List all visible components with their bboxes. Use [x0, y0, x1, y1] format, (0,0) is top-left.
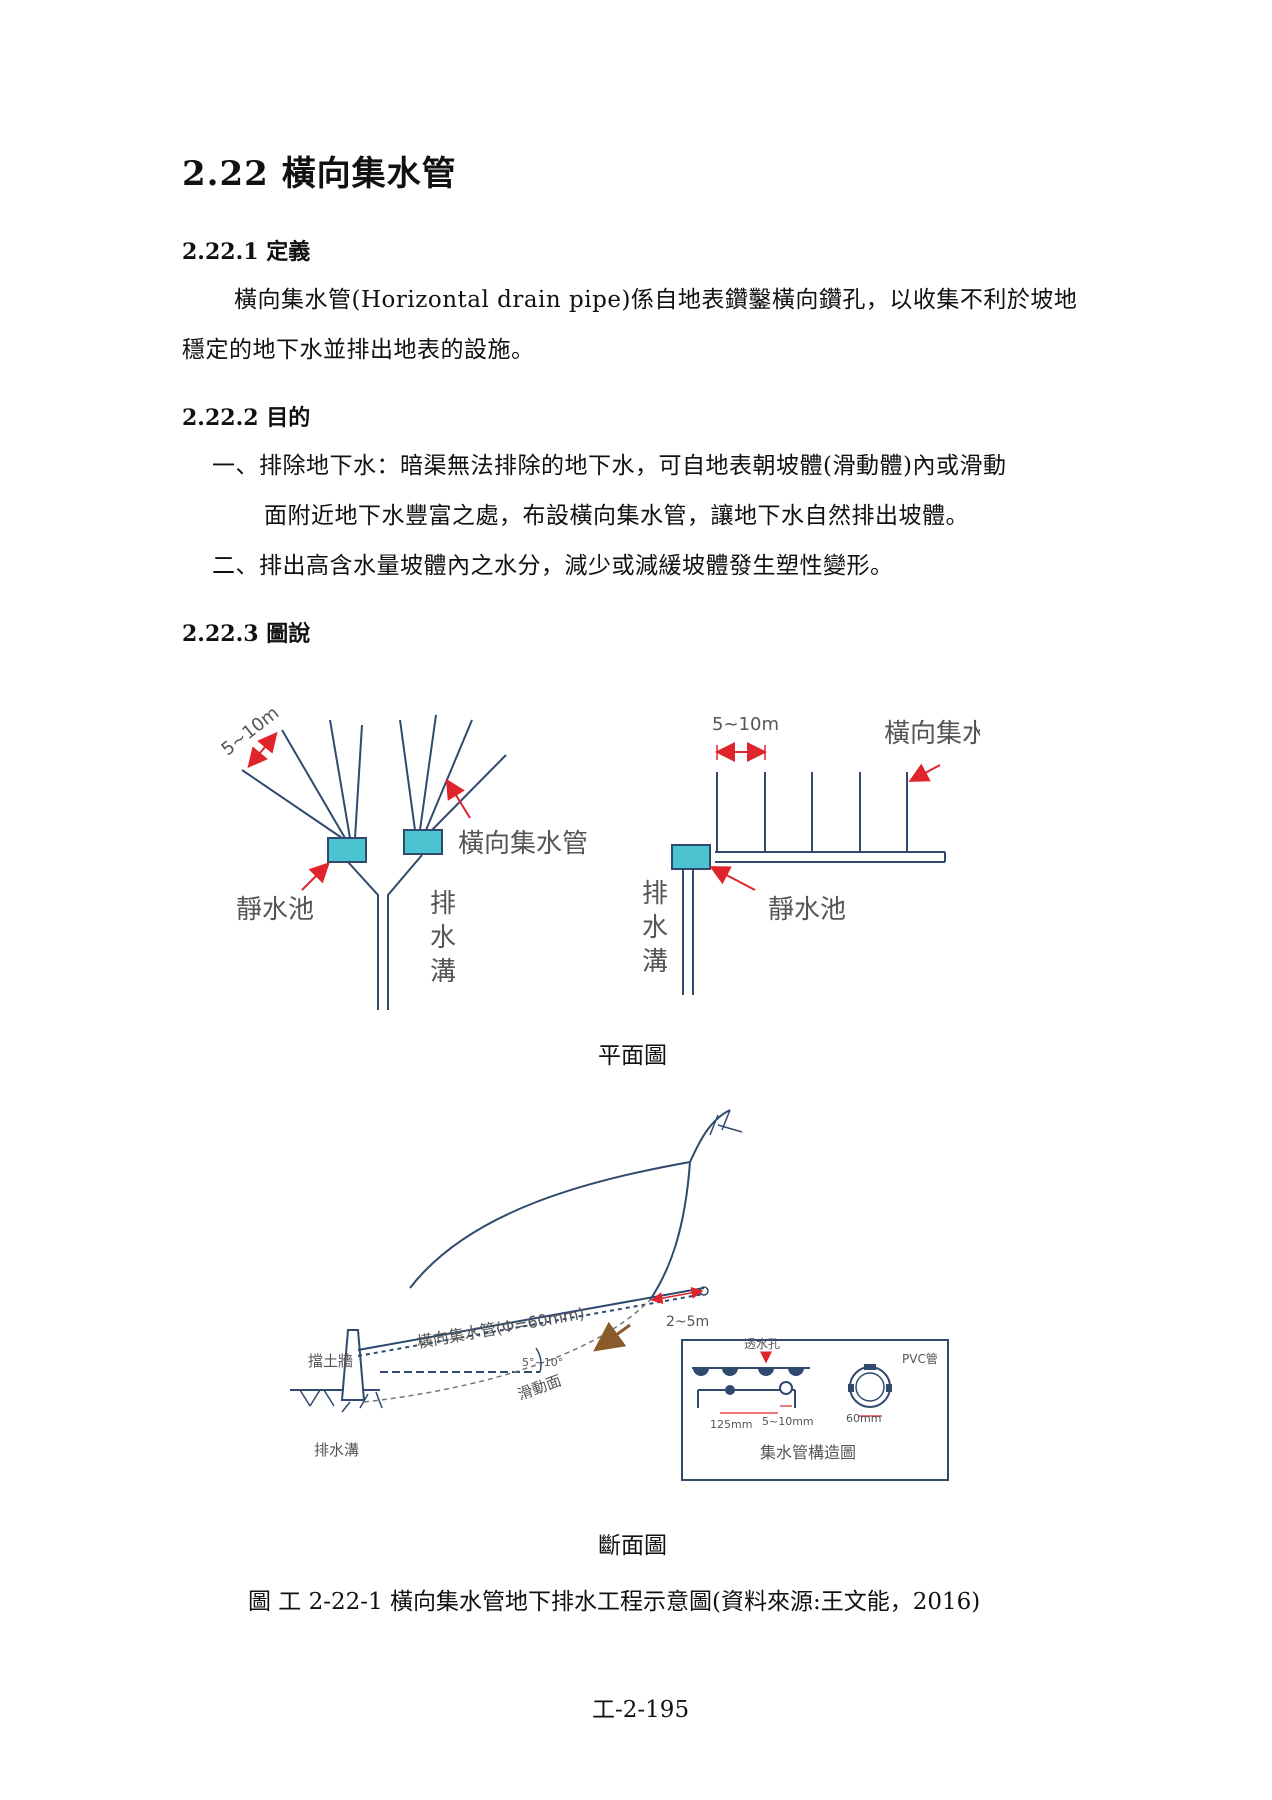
right-pipe-label: 橫向集水管 [884, 719, 980, 749]
slope-surface [409, 1109, 731, 1289]
left-basin-1 [327, 837, 367, 863]
right-comb-pipes [682, 772, 946, 995]
left-basin-2 [403, 829, 443, 855]
left-basin-label: 靜水池 [236, 895, 314, 925]
right-pipe-arrow [908, 763, 941, 782]
definition-para-line1: 橫向集水管(Horizontal drain pipe)係自地表鑽鑿橫向鑽孔，以… [234, 287, 1078, 313]
left-drain-ditch [347, 854, 423, 1010]
section-heading: 2.22 橫向集水管 [182, 154, 457, 194]
left-ditch-char-1: 排 [430, 889, 456, 919]
left-fan-pipes [241, 714, 507, 839]
left-ditch-char-3: 溝 [430, 957, 456, 987]
figure-section-title: 2.22.3 圖說 [182, 621, 311, 647]
angle-label: 5°~10° [522, 1356, 563, 1369]
left-ditch-char-2: 水 [430, 923, 456, 953]
right-ditch-char-2: 水 [642, 913, 668, 943]
right-ditch-char-3: 溝 [642, 947, 668, 977]
cliff-hatching [709, 1109, 743, 1136]
page-number: 工-2-195 [592, 1697, 690, 1723]
figure-caption: 圖 工 2-22-1 橫向集水管地下排水工程示意圖(資料來源:王文能，2016) [248, 1589, 981, 1615]
section-view-diagram: 擋土牆 排水溝 橫向集水管(Φ=60mm) 5°~10° 滑動面 2~5m 透水… [290, 1109, 949, 1481]
purpose-item1-line1: 一、排除地下水：暗渠無法排除的地下水，可自地表朝坡體(滑動體)內或滑動 [212, 453, 1007, 479]
plan-view-diagram: 5~10m 橫向集水管 靜水池 排 水 溝 5~10m 橫向集水管 靜水池 排 … [217, 702, 980, 1010]
dim-125-label: 125mm [710, 1418, 752, 1431]
definition-title: 2.22.1 定義 [182, 239, 311, 265]
plan-view-caption: 平面圖 [598, 1043, 667, 1069]
inset-title: 集水管構造圖 [760, 1443, 856, 1462]
purpose-item1-line2: 面附近地下水豐富之處，布設橫向集水管，讓地下水自然排出坡體。 [264, 503, 969, 529]
definition-para-line2: 穩定的地下水並排出地表的設施。 [182, 337, 535, 363]
dim-60-label: 60mm [846, 1412, 881, 1425]
slide-surface-line [363, 1299, 651, 1403]
dim-spacing-label: 5~10mm [762, 1415, 814, 1428]
left-pipe-label: 橫向集水管 [458, 829, 588, 859]
purpose-title: 2.22.2 目的 [182, 405, 311, 431]
drain-ditch-label: 排水溝 [314, 1441, 359, 1459]
pipe-label: 橫向集水管(Φ=60mm) [415, 1304, 586, 1352]
perforation-label: 透水孔 [744, 1337, 780, 1351]
pipe-detail-inset: 透水孔 PVC管 125mm 5~10mm 60mm 集水管構造圖 [681, 1337, 949, 1481]
right-basin-arrow [709, 866, 756, 891]
section-view-caption: 斷面圖 [598, 1533, 667, 1559]
right-basin [671, 844, 711, 870]
right-basin-label: 靜水池 [768, 895, 846, 925]
retaining-wall-label: 擋土牆 [308, 1352, 353, 1370]
right-spacing-label: 5~10m [712, 714, 779, 735]
right-ditch-char-1: 排 [642, 879, 668, 909]
slope-back [649, 1161, 691, 1301]
extension-label: 2~5m [666, 1314, 709, 1330]
purpose-item2: 二、排出高含水量坡體內之水分，減少或減緩坡體發生塑性變形。 [212, 553, 894, 579]
left-spacing-label: 5~10m [217, 702, 283, 760]
slide-surface-label: 滑動面 [515, 1371, 563, 1403]
left-basin-arrow [301, 862, 330, 891]
left-pipe-arrow [445, 778, 471, 819]
pvc-label: PVC管 [902, 1351, 938, 1366]
